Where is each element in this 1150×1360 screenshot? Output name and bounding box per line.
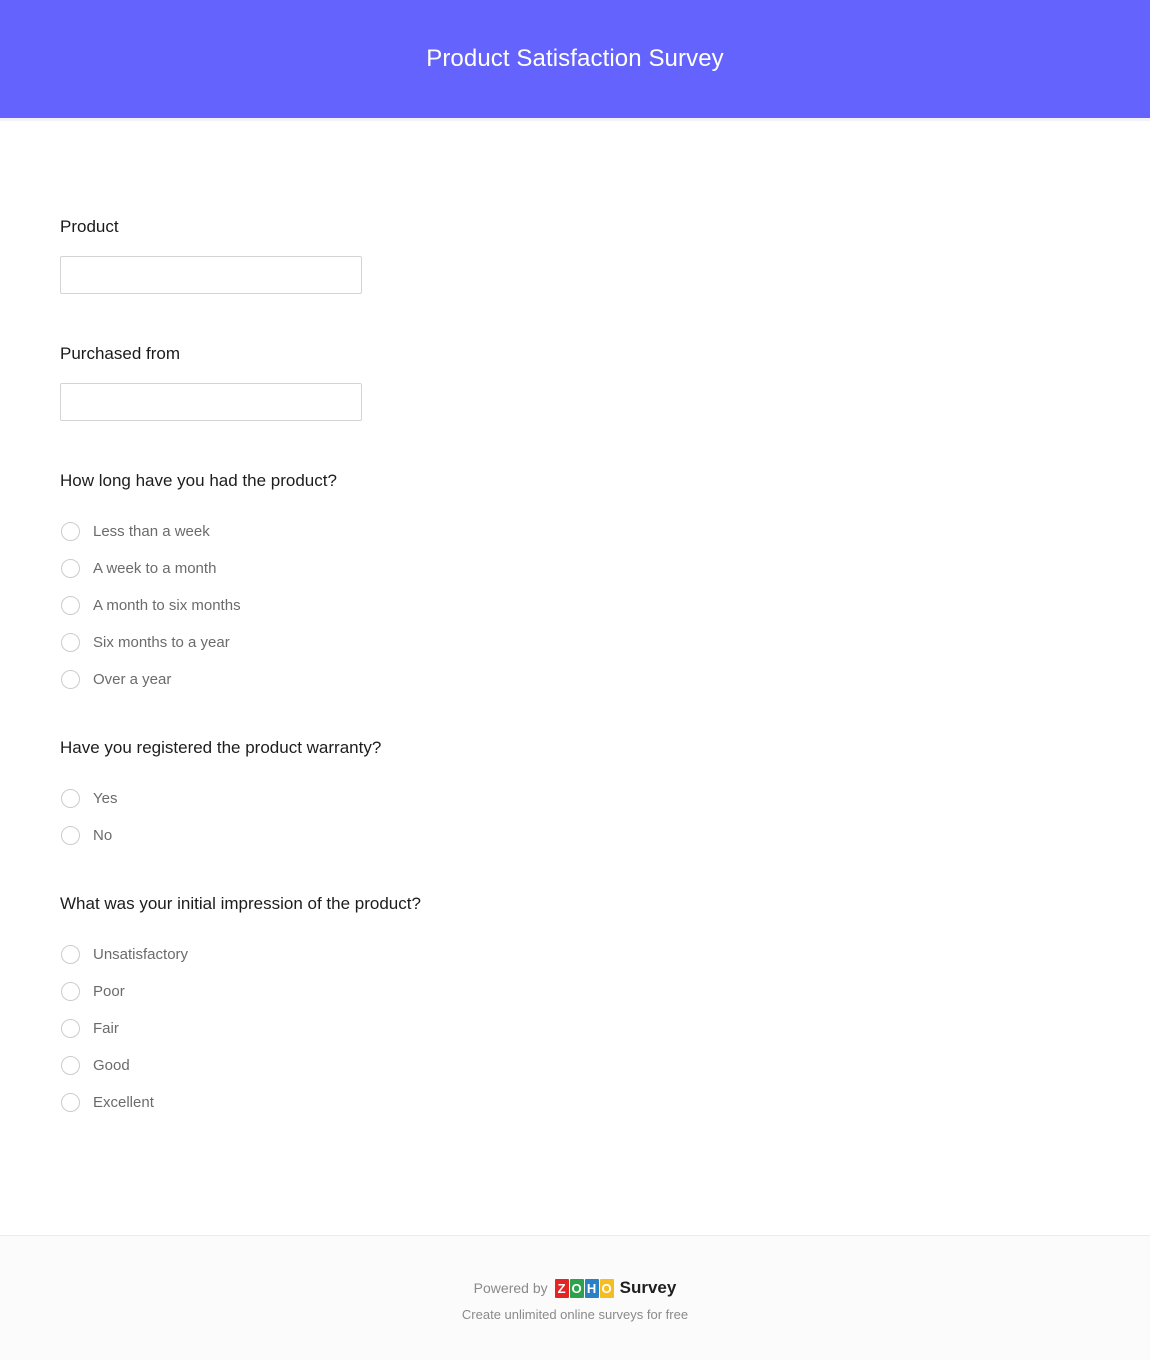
radio-option-less-than-a-week[interactable]: Less than a week <box>60 513 1090 550</box>
radio-circle-icon[interactable] <box>61 982 80 1001</box>
radio-label: Over a year <box>93 671 172 688</box>
zoho-tile-o-second: O <box>599 1278 614 1298</box>
radio-option-excellent[interactable]: Excellent <box>60 1084 1090 1121</box>
radio-option-yes[interactable]: Yes <box>60 780 1090 817</box>
zoho-tile-z: Z <box>554 1278 569 1298</box>
radio-option-a-month-to-six-months[interactable]: A month to six months <box>60 587 1090 624</box>
radio-circle-icon[interactable] <box>61 1093 80 1112</box>
radio-circle-icon[interactable] <box>61 633 80 652</box>
radio-label: A week to a month <box>93 560 217 577</box>
field-label-purchased-from: Purchased from <box>60 344 180 363</box>
radio-option-fair[interactable]: Fair <box>60 1010 1090 1047</box>
radio-option-a-week-to-a-month[interactable]: A week to a month <box>60 550 1090 587</box>
radio-option-unsatisfactory[interactable]: Unsatisfactory <box>60 936 1090 973</box>
radio-circle-icon[interactable] <box>61 1019 80 1038</box>
question-title-duration: How long have you had the product? <box>60 471 337 490</box>
radio-group-initial-impression: Unsatisfactory Poor Fair Good Excellent <box>60 936 1090 1121</box>
product-input[interactable] <box>60 256 362 294</box>
radio-label: Excellent <box>93 1094 154 1111</box>
radio-circle-icon[interactable] <box>61 945 80 964</box>
radio-circle-icon[interactable] <box>61 670 80 689</box>
radio-option-over-a-year[interactable]: Over a year <box>60 661 1090 698</box>
radio-option-poor[interactable]: Poor <box>60 973 1090 1010</box>
radio-label: Less than a week <box>93 523 210 540</box>
field-label-product: Product <box>60 217 119 236</box>
question-initial-impression: What was your initial impression of the … <box>60 894 1090 1121</box>
field-product: Product <box>60 217 1090 294</box>
radio-circle-icon[interactable] <box>61 596 80 615</box>
question-title-initial-impression: What was your initial impression of the … <box>60 894 421 913</box>
zoho-survey-wordmark[interactable]: Survey <box>620 1278 677 1298</box>
radio-circle-icon[interactable] <box>61 789 80 808</box>
powered-by-row: Powered by Z O H O Survey <box>473 1278 677 1298</box>
radio-option-good[interactable]: Good <box>60 1047 1090 1084</box>
survey-footer: Powered by Z O H O Survey Create unlimit… <box>0 1236 1150 1360</box>
radio-option-no[interactable]: No <box>60 817 1090 854</box>
zoho-tile-h: H <box>584 1278 599 1298</box>
radio-option-six-months-to-a-year[interactable]: Six months to a year <box>60 624 1090 661</box>
radio-label: Fair <box>93 1020 119 1037</box>
question-title-warranty: Have you registered the product warranty… <box>60 738 382 757</box>
radio-label: Unsatisfactory <box>93 946 189 963</box>
survey-header: Product Satisfaction Survey <box>0 0 1150 118</box>
radio-circle-icon[interactable] <box>61 1056 80 1075</box>
question-duration: How long have you had the product? Less … <box>60 471 1090 698</box>
page-title: Product Satisfaction Survey <box>426 45 724 72</box>
radio-group-duration: Less than a week A week to a month A mon… <box>60 513 1090 698</box>
survey-form: Product Purchased from How long have you… <box>0 121 1150 1235</box>
radio-label: Six months to a year <box>93 634 230 651</box>
radio-label: Good <box>93 1057 130 1074</box>
radio-label: No <box>93 827 113 844</box>
purchased-from-input[interactable] <box>60 383 362 421</box>
footer-tagline: Create unlimited online surveys for free <box>461 1307 689 1322</box>
zoho-tile-o-first: O <box>569 1278 584 1298</box>
radio-circle-icon[interactable] <box>61 826 80 845</box>
radio-label: Yes <box>93 790 118 807</box>
radio-circle-icon[interactable] <box>61 522 80 541</box>
radio-label: A month to six months <box>93 597 241 614</box>
survey-page: Product Satisfaction Survey Product Purc… <box>0 0 1150 1360</box>
zoho-logo-icon[interactable]: Z O H O <box>554 1278 614 1298</box>
field-purchased-from: Purchased from <box>60 344 1090 421</box>
radio-group-warranty: Yes No <box>60 780 1090 854</box>
radio-label: Poor <box>93 983 125 1000</box>
question-warranty: Have you registered the product warranty… <box>60 738 1090 854</box>
powered-by-label: Powered by <box>473 1280 548 1296</box>
radio-circle-icon[interactable] <box>61 559 80 578</box>
